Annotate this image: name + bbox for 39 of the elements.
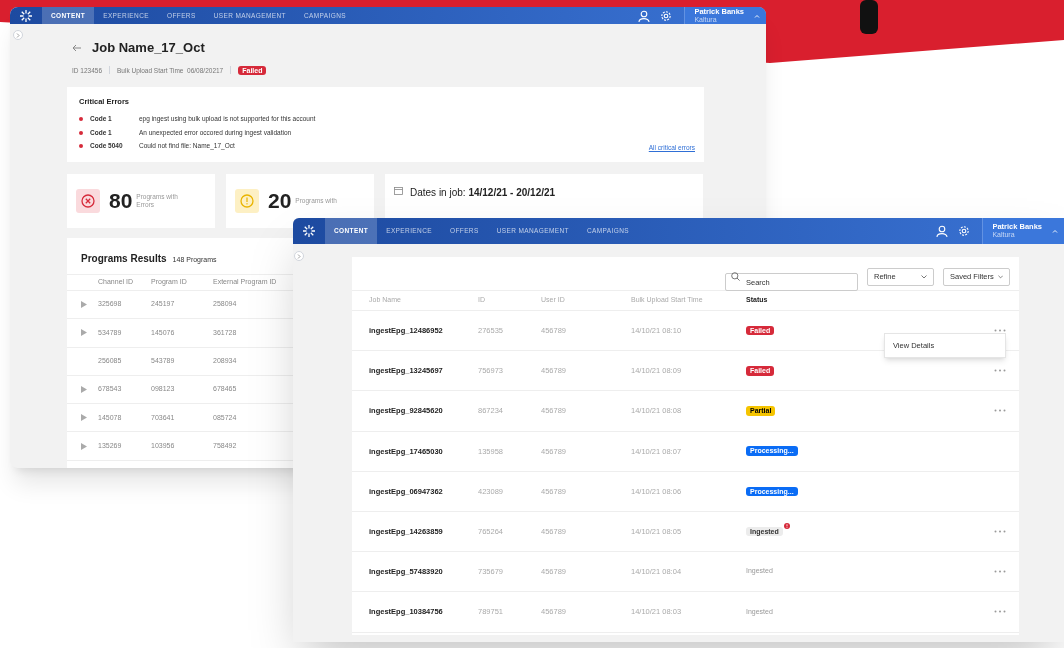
more-options-button[interactable] (994, 610, 1006, 614)
more-options-button[interactable] (994, 329, 1006, 333)
results-title: Programs Results (81, 252, 167, 266)
stat-value: 80 (109, 188, 133, 215)
stat-value: 20 (268, 188, 292, 215)
settings-icon (958, 225, 971, 237)
more-dots-icon (994, 329, 1006, 333)
bullet-icon (79, 144, 83, 149)
user-icon (638, 9, 651, 22)
more-dots-icon (994, 409, 1006, 413)
chevron-down-icon (921, 274, 927, 279)
more-dots-icon (994, 530, 1006, 534)
more-options-button[interactable] (994, 369, 1006, 373)
alert-dot-icon (783, 522, 790, 529)
caret-icon (1052, 229, 1058, 233)
back-arrow-icon (72, 43, 82, 52)
burst-logo-icon (302, 224, 316, 238)
job-title: Job Name_17_Oct (92, 39, 205, 57)
caret-icon (754, 13, 760, 18)
chevron-down-icon (997, 274, 1003, 279)
more-dots-icon (994, 369, 1006, 373)
user-icon (936, 225, 949, 237)
expand-sidebar-button[interactable] (294, 251, 304, 261)
back-button[interactable] (72, 43, 82, 52)
more-options-button[interactable] (994, 409, 1006, 413)
dates-text: Dates in job: 14/12/21 - 20/12/21 (410, 186, 556, 200)
bullet-icon (79, 117, 83, 122)
more-options-button[interactable] (994, 570, 1006, 574)
calendar-icon (394, 186, 403, 195)
settings-icon (660, 9, 673, 22)
more-dots-icon (994, 610, 1006, 614)
more-dots-icon (994, 570, 1006, 574)
bullet-icon (79, 130, 83, 135)
more-options-button[interactable] (994, 530, 1006, 534)
chevron-icon (16, 32, 20, 38)
search-icon (731, 272, 740, 281)
chevron-icon (297, 253, 301, 259)
burst-logo-icon (19, 8, 33, 23)
expand-sidebar-button[interactable] (13, 30, 23, 40)
